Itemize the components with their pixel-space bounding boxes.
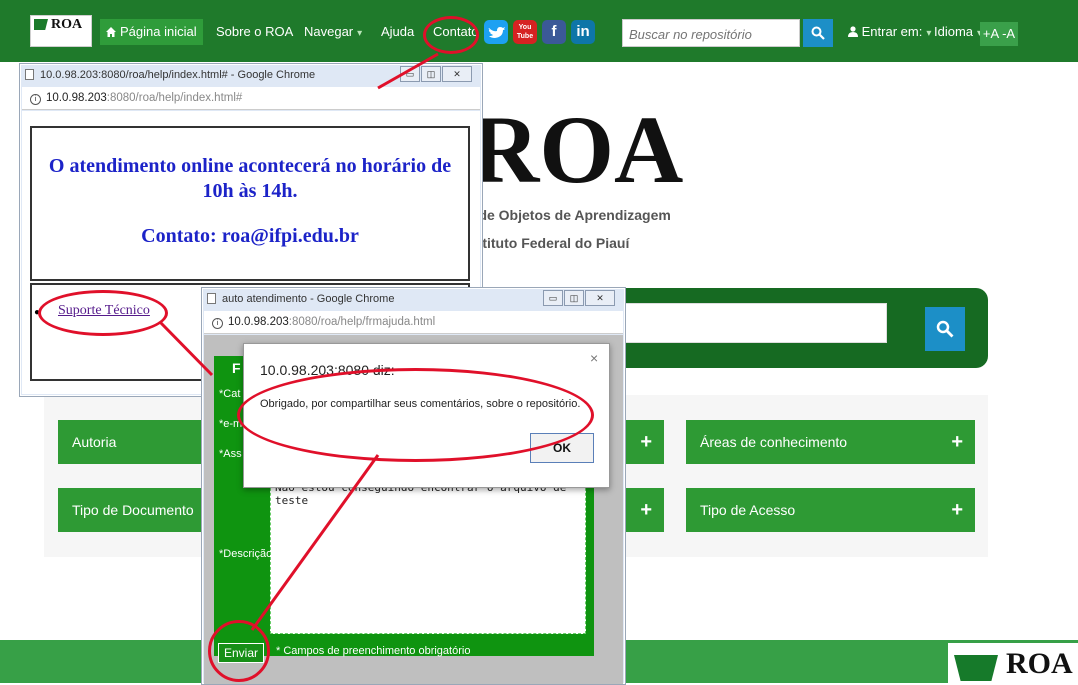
annotation-line-suporte [158,320,214,377]
annotation-line-enviar [250,454,380,631]
annotation-line-contato [377,52,439,90]
annotation-lines [158,52,439,631]
